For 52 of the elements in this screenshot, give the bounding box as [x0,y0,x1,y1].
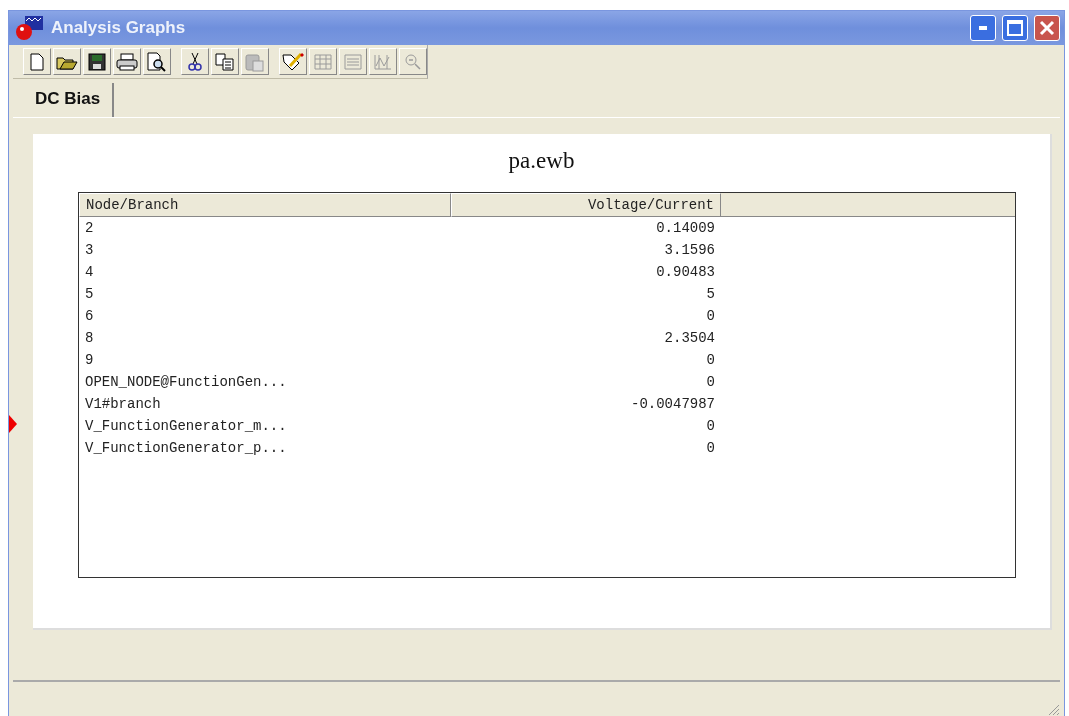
table-cell-text: 6 [84,308,95,324]
table-cell-text: V1#branch [84,396,162,412]
table-cell-text: 0.14009 [655,220,716,236]
resize-grip-icon [1046,702,1060,716]
table-cell-text: 0.90483 [655,264,716,280]
table-cell-text: 3.1596 [663,242,716,258]
table-cell-text: 5 [84,286,95,302]
table-cell-text: 2 [84,220,95,236]
tag-pencil-icon [282,51,304,72]
minimize-button[interactable] [970,15,996,41]
chart-cursors-icon [374,53,392,70]
toolbar-button[interactable] [83,48,111,75]
marker-triangle-icon [9,415,17,433]
toolbar-button[interactable] [181,48,209,75]
window-title: Analysis Graphs [51,18,187,38]
toolbar-button[interactable] [143,48,171,75]
table-cell-text: 2.3504 [663,330,716,346]
document-title: pa.ewb [507,147,576,175]
table-cell-text: V_FunctionGenerator_p... [84,440,288,456]
app-icon [15,15,45,41]
blank-page-icon [30,52,44,71]
table-cell-text: 0 [705,374,716,390]
toolbar-button[interactable] [53,48,81,75]
table-cell-text: 0 [705,418,716,434]
table-cell-text: 4 [84,264,95,280]
toolbar-button[interactable] [279,48,307,75]
scissors-icon [188,51,202,72]
column-header[interactable]: Node/Branch [79,193,451,217]
table-cell-text: 0 [705,440,716,456]
table-cell-text: 9 [84,352,95,368]
column-header[interactable]: Voltage/Current [451,193,721,217]
clipboard-icon [245,51,265,72]
minimize-icon [979,26,987,30]
table-cell-text: 3 [84,242,95,258]
magnifier-icon [404,52,422,71]
table-cell-text: 8 [84,330,95,346]
close-icon [1039,20,1055,36]
maximize-icon [1007,20,1023,36]
table-cell-text: 0 [705,352,716,368]
printer-icon [116,52,138,71]
close-button[interactable] [1034,15,1060,41]
table-cell-text: V_FunctionGenerator_m... [84,418,288,434]
copy-icon [215,52,235,71]
maximize-button[interactable] [1002,15,1028,41]
table-cell-text: 5 [705,286,716,302]
table-cell-text: 0 [705,308,716,324]
table-cell-text: -0.0047987 [630,396,716,412]
toolbar-button[interactable] [113,48,141,75]
page-magnifier-icon [147,51,167,72]
grid-icon [314,53,332,70]
table-cell-text: OPEN_NODE@FunctionGen... [84,374,288,390]
list-icon [344,53,362,70]
